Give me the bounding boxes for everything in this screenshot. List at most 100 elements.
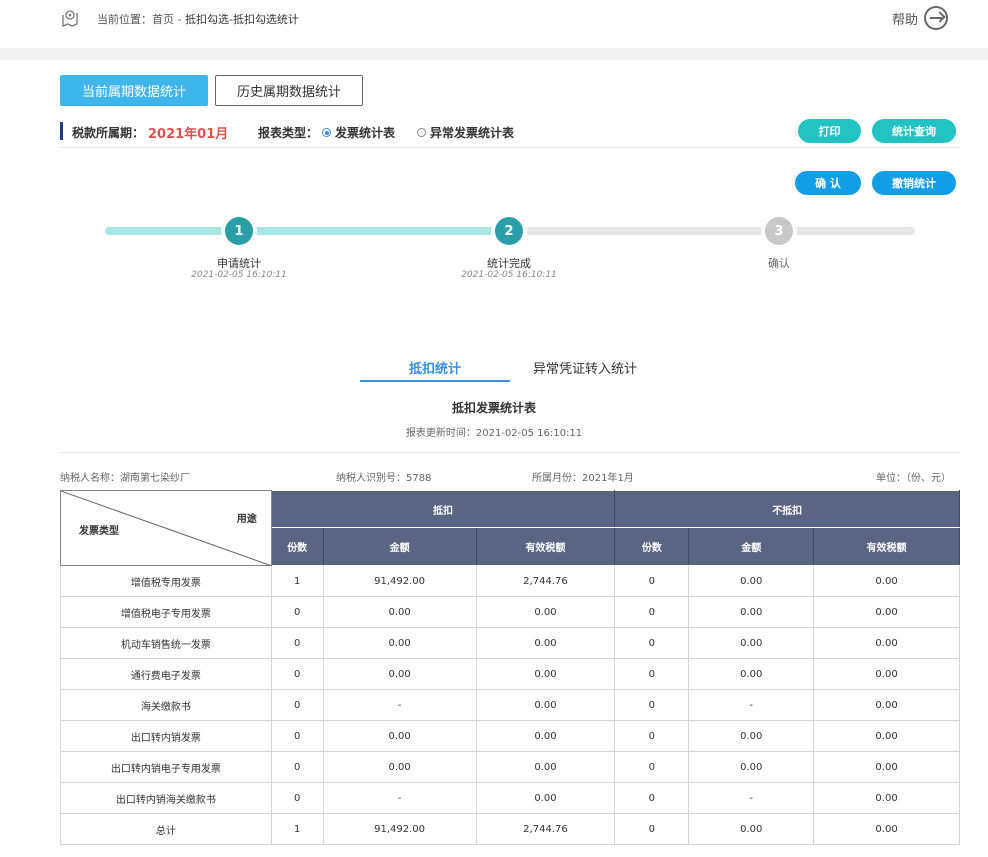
cell-nondeduct-amount: 0.00 — [688, 813, 815, 845]
cell-deduct-tax: 0.00 — [475, 689, 616, 721]
cell-deduct-count: 0 — [270, 689, 324, 721]
breadcrumb: 当前位置：首页 - 抵扣勾选-抵扣勾选统计 — [97, 11, 299, 27]
cell-deduct-tax: 0.00 — [475, 658, 616, 690]
table-row: 海关缴款书 0 - 0.00 0 - 0.00 — [60, 689, 960, 721]
revoke-stats-button[interactable]: 撤销统计 — [872, 171, 956, 195]
cell-deduct-tax: 0.00 — [475, 627, 616, 659]
cell-deduct-amount: 0.00 — [322, 596, 477, 628]
tab-current-period[interactable]: 当前属期数据统计 — [60, 75, 208, 106]
confirm-button[interactable]: 确 认 — [795, 171, 861, 195]
cell-nondeduct-tax: 0.00 — [813, 813, 960, 845]
cell-nondeduct-amount: - — [688, 782, 815, 814]
report-type-label: 报表类型： — [258, 126, 319, 140]
cell-deduct-count: 1 — [270, 565, 324, 597]
belong-month: 所属月份：2021年1月 — [532, 473, 634, 484]
taxpayer-name: 纳税人名称：湖南第七染纱厂 — [60, 473, 190, 484]
cell-deduct-amount: - — [322, 782, 477, 814]
radio-checked-icon — [322, 128, 331, 137]
step-1-time: 2021-02-05 16:10:11 — [191, 270, 287, 280]
header-count: 份数 — [614, 527, 690, 566]
cell-deduct-tax: 0.00 — [475, 596, 616, 628]
table-row: 出口转内销海关缴款书 0 - 0.00 0 - 0.00 — [60, 782, 960, 814]
cell-invoice-type: 机动车销售统一发票 — [60, 627, 272, 659]
cell-nondeduct-amount: 0.00 — [688, 751, 815, 783]
cell-nondeduct-count: 0 — [614, 627, 690, 659]
cell-invoice-type: 出口转内销海关缴款书 — [60, 782, 272, 814]
period-label: 税款所属期： — [72, 126, 145, 140]
cell-nondeduct-count: 0 — [614, 813, 690, 845]
cell-nondeduct-tax: 0.00 — [813, 596, 960, 628]
cell-nondeduct-tax: 0.00 — [813, 751, 960, 783]
deduct-stats-table: 用途 发票类型 抵扣 不抵扣 份数 金额 有效税额 份数 金额 有效税额 增值税… — [60, 490, 960, 845]
help-button[interactable]: 帮助 — [892, 6, 949, 30]
taxpayer-id: 纳税人识别号：5788 — [336, 473, 432, 484]
stats-query-button[interactable]: 统计查询 — [872, 119, 956, 143]
header-invoice-type: 发票类型 — [79, 526, 119, 537]
cell-deduct-amount: 0.00 — [322, 627, 477, 659]
cell-nondeduct-tax: 0.00 — [813, 627, 960, 659]
cell-nondeduct-amount: 0.00 — [688, 565, 815, 597]
cell-nondeduct-count: 0 — [614, 565, 690, 597]
report-update-time: 报表更新时间：2021-02-05 16:10:11 — [0, 424, 988, 439]
step-3-label: 确认 — [768, 257, 790, 270]
radio-abnormal-invoice-stats[interactable]: 异常发票统计表 — [417, 124, 514, 141]
accent-bar — [60, 122, 63, 140]
arrow-right-circle-icon — [924, 6, 949, 30]
header-tax: 有效税额 — [813, 527, 960, 566]
radio-abnormal-invoice-stats-label: 异常发票统计表 — [430, 126, 515, 140]
cell-deduct-tax: 0.00 — [475, 782, 616, 814]
cell-nondeduct-tax: 0.00 — [813, 689, 960, 721]
cell-nondeduct-tax: 0.00 — [813, 782, 960, 814]
tab-abnormal-voucher-stats[interactable]: 异常凭证转入统计 — [510, 358, 660, 382]
report-time-value: 2021-02-05 16:10:11 — [475, 428, 583, 439]
cell-nondeduct-amount: 0.00 — [688, 627, 815, 659]
cell-nondeduct-count: 0 — [614, 658, 690, 690]
cell-deduct-amount: 0.00 — [322, 658, 477, 690]
cell-invoice-type: 出口转内销发票 — [60, 720, 272, 752]
breadcrumb-current: 抵扣勾选-抵扣勾选统计 — [184, 13, 299, 26]
breadcrumb-prefix: 当前位置： — [97, 13, 152, 26]
cell-invoice-type: 出口转内销电子专用发票 — [60, 751, 272, 783]
cell-deduct-count: 0 — [270, 596, 324, 628]
step-1-label: 申请统计 — [217, 257, 261, 270]
cell-deduct-tax: 0.00 — [475, 720, 616, 752]
cell-nondeduct-tax: 0.00 — [813, 720, 960, 752]
cell-nondeduct-tax: 0.00 — [813, 565, 960, 597]
step-1-circle: 1 — [225, 217, 253, 245]
table-row-total: 总计 1 91,492.00 2,744.76 0 0.00 0.00 — [60, 813, 960, 845]
cell-deduct-amount: 91,492.00 — [322, 565, 477, 597]
tab-history-period[interactable]: 历史属期数据统计 — [215, 75, 363, 106]
table-row: 增值税专用发票 1 91,492.00 2,744.76 0 0.00 0.00 — [60, 565, 960, 597]
radio-invoice-stats[interactable]: 发票统计表 — [322, 124, 395, 141]
cell-deduct-count: 0 — [270, 782, 324, 814]
breadcrumb-home[interactable]: 首页 — [152, 13, 174, 26]
cell-nondeduct-amount: - — [688, 689, 815, 721]
table-row: 通行费电子发票 0 0.00 0.00 0 0.00 0.00 — [60, 658, 960, 690]
radio-invoice-stats-label: 发票统计表 — [335, 126, 396, 140]
cell-deduct-amount: 0.00 — [322, 751, 477, 783]
cell-deduct-amount: 0.00 — [322, 720, 477, 752]
cell-invoice-type: 总计 — [60, 813, 272, 845]
help-label: 帮助 — [892, 12, 919, 28]
cell-invoice-type: 增值税专用发票 — [60, 565, 272, 597]
cell-deduct-count: 0 — [270, 751, 324, 783]
header-tax: 有效税额 — [475, 527, 616, 566]
header-count: 份数 — [270, 527, 324, 566]
cell-nondeduct-amount: 0.00 — [688, 596, 815, 628]
print-button[interactable]: 打印 — [798, 119, 861, 143]
cell-deduct-amount: 91,492.00 — [322, 813, 477, 845]
header-amount: 金额 — [688, 527, 815, 566]
cell-invoice-type: 通行费电子发票 — [60, 658, 272, 690]
cell-nondeduct-amount: 0.00 — [688, 720, 815, 752]
period-value: 2021年01月 — [148, 127, 229, 142]
header-amount: 金额 — [322, 527, 477, 566]
cell-invoice-type: 增值税电子专用发票 — [60, 596, 272, 628]
cell-deduct-tax: 0.00 — [475, 751, 616, 783]
step-3-circle: 3 — [765, 217, 793, 245]
step-2-label: 统计完成 — [487, 257, 531, 270]
progress-track-done — [105, 227, 509, 235]
tab-deduct-stats[interactable]: 抵扣统计 — [360, 358, 510, 382]
location-pin-icon — [62, 10, 78, 27]
diagonal-header-cell: 用途 发票类型 — [60, 490, 272, 566]
cell-deduct-count: 0 — [270, 720, 324, 752]
